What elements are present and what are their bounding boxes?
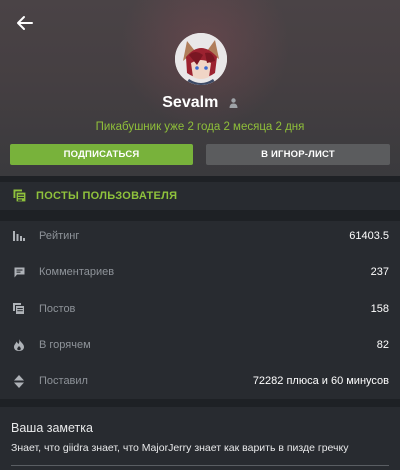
avatar-image-icon bbox=[175, 33, 227, 85]
profile-header: Sevalm Пикабушник уже 2 года 2 месяца 2 … bbox=[0, 0, 400, 176]
fire-icon bbox=[12, 338, 26, 352]
stat-value: 237 bbox=[370, 266, 389, 278]
stat-value: 72282 плюса и 60 минусов bbox=[252, 375, 389, 387]
comment-icon bbox=[12, 265, 26, 279]
ignore-list-button[interactable]: В ИГНОР-ЛИСТ bbox=[206, 144, 390, 165]
stat-label: Рейтинг bbox=[39, 230, 80, 242]
subscribe-button[interactable]: ПОДПИСАТЬСЯ bbox=[10, 144, 193, 165]
user-note-card[interactable]: Ваша заметка Знает, что giidra знает, чт… bbox=[0, 407, 400, 470]
stat-value: 61403.5 bbox=[349, 230, 389, 242]
posts-stack-icon bbox=[13, 189, 27, 203]
stats-card: Рейтинг 61403.5 Комментариев 237 Постов … bbox=[0, 221, 400, 399]
stat-row-rating: Рейтинг 61403.5 bbox=[0, 226, 400, 246]
note-title: Ваша заметка bbox=[11, 421, 93, 435]
stat-row-posts: Постов 158 bbox=[0, 299, 400, 319]
stat-value: 158 bbox=[370, 303, 389, 315]
user-posts-link[interactable]: ПОСТЫ ПОЛЬЗОВАТЕЛЯ bbox=[0, 182, 400, 210]
person-icon bbox=[229, 98, 238, 108]
stat-label: Поставил bbox=[39, 375, 88, 387]
note-divider bbox=[11, 465, 389, 466]
stat-label: Постов bbox=[39, 303, 76, 315]
avatar[interactable] bbox=[175, 33, 227, 85]
username-row: Sevalm bbox=[0, 94, 400, 116]
stat-value: 82 bbox=[376, 339, 389, 351]
stat-row-hot: В горячем 82 bbox=[0, 335, 400, 355]
member-since: Пикабушник уже 2 года 2 месяца 2 дня bbox=[95, 121, 305, 133]
stat-row-votes: Поставил 72282 плюса и 60 минусов bbox=[0, 371, 400, 391]
back-arrow-icon[interactable] bbox=[14, 12, 36, 34]
vote-arrows-icon bbox=[12, 374, 26, 388]
rating-bars-icon bbox=[12, 229, 26, 243]
note-text[interactable]: Знает, что giidra знает, что MajorJerry … bbox=[11, 442, 348, 454]
posts-icon bbox=[12, 302, 26, 316]
stat-row-comments: Комментариев 237 bbox=[0, 262, 400, 282]
stat-label: Комментариев bbox=[39, 266, 115, 278]
stat-label: В горячем bbox=[39, 339, 91, 351]
username: Sevalm bbox=[162, 94, 219, 111]
user-posts-label: ПОСТЫ ПОЛЬЗОВАТЕЛЯ bbox=[36, 190, 178, 202]
